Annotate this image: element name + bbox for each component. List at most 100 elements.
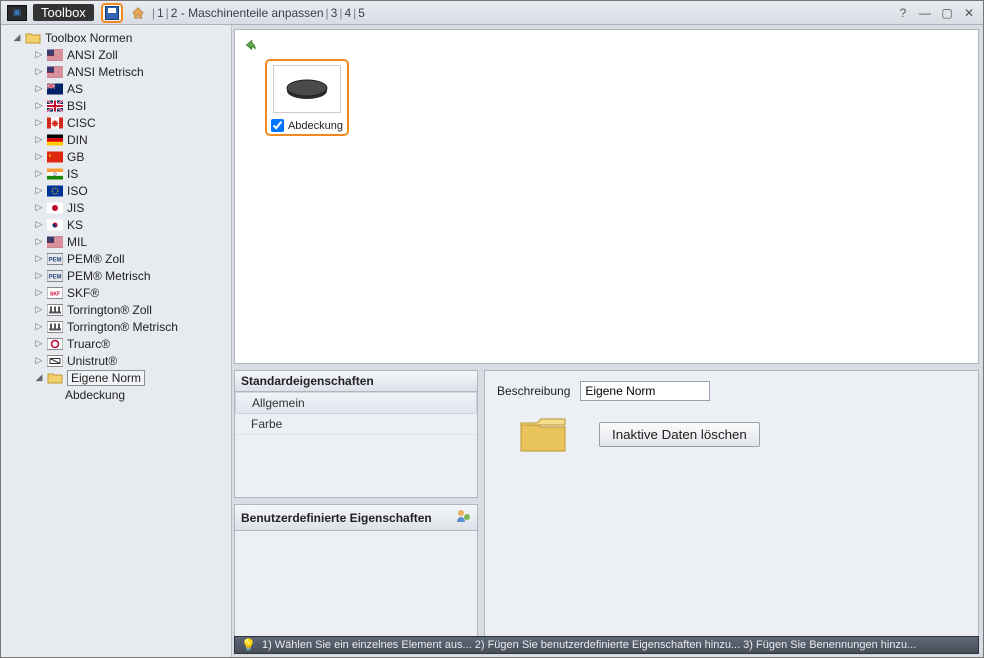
- tree-item[interactable]: ▷ MIL: [31, 233, 231, 250]
- tree-item[interactable]: ▷Truarc®: [31, 335, 231, 352]
- save-icon: [105, 6, 119, 20]
- tree-item-label: IS: [67, 167, 78, 181]
- tree-item[interactable]: ▷SKFSKF®: [31, 284, 231, 301]
- tree-item-label: ANSI Zoll: [67, 48, 118, 62]
- breadcrumb-1[interactable]: 1: [157, 6, 164, 20]
- help-icon[interactable]: ?: [895, 5, 911, 21]
- item-card[interactable]: Abdeckung: [265, 59, 349, 136]
- expand-icon[interactable]: ▷: [33, 66, 45, 78]
- tree-item-label: Torrington® Zoll: [67, 303, 152, 317]
- expand-icon[interactable]: ▷: [33, 202, 45, 214]
- tree-item-label: DIN: [67, 133, 88, 147]
- svg-text:PEM: PEM: [48, 274, 61, 280]
- tree-item[interactable]: ▷ GB: [31, 148, 231, 165]
- flag-icon: [47, 116, 63, 130]
- app-title: Toolbox: [33, 4, 94, 21]
- tree-root-row[interactable]: ◢ Toolbox Normen: [9, 29, 231, 46]
- standard-properties-panel: Standardeigenschaften Allgemein Farbe: [234, 370, 478, 498]
- breadcrumb-5[interactable]: 5: [358, 6, 365, 20]
- minimize-icon[interactable]: —: [917, 5, 933, 21]
- close-icon[interactable]: ✕: [961, 5, 977, 21]
- expand-icon[interactable]: ▷: [33, 185, 45, 197]
- tree-item-label: Unistrut®: [67, 354, 117, 368]
- expand-icon[interactable]: ▷: [33, 219, 45, 231]
- expand-icon[interactable]: ▷: [33, 287, 45, 299]
- expand-icon[interactable]: ▷: [33, 304, 45, 316]
- maximize-icon[interactable]: ▢: [939, 5, 955, 21]
- tree-item-custom-norm[interactable]: ◢ Eigene Norm: [31, 369, 231, 386]
- expand-icon[interactable]: ▷: [33, 321, 45, 333]
- tree-item[interactable]: ▷ BSI: [31, 97, 231, 114]
- tree-item[interactable]: ▷ ANSI Zoll: [31, 46, 231, 63]
- prop-row-allgemein[interactable]: Allgemein: [235, 392, 477, 414]
- tree-item[interactable]: ▷ KS: [31, 216, 231, 233]
- tree-item-label: GB: [67, 150, 84, 164]
- prop-row-farbe[interactable]: Farbe: [235, 414, 477, 435]
- add-property-icon[interactable]: [455, 508, 471, 527]
- svg-text:PEM: PEM: [48, 257, 61, 263]
- expand-icon[interactable]: ▷: [33, 83, 45, 95]
- tree-item[interactable]: ▷AS: [31, 80, 231, 97]
- breadcrumb-3[interactable]: 3: [331, 6, 338, 20]
- expand-icon[interactable]: ▷: [33, 236, 45, 248]
- description-input[interactable]: [580, 381, 710, 401]
- tree-item[interactable]: ▷ IS: [31, 165, 231, 182]
- tree-item[interactable]: ▷ANSI Metrisch: [31, 63, 231, 80]
- flag-icon: PEM: [47, 252, 63, 266]
- item-label: Abdeckung: [288, 120, 343, 132]
- flag-icon: [47, 167, 63, 181]
- item-thumbnail: [273, 65, 341, 113]
- flag-icon: [47, 201, 63, 215]
- expand-icon[interactable]: ▷: [33, 338, 45, 350]
- flag-icon: [47, 150, 63, 164]
- tree-item[interactable]: ▷PEMPEM® Metrisch: [31, 267, 231, 284]
- custom-properties-panel: Benutzerdefinierte Eigenschaften: [234, 504, 478, 651]
- tree-item[interactable]: ▷ Unistrut®: [31, 352, 231, 369]
- breadcrumb-4[interactable]: 4: [344, 6, 351, 20]
- back-icon[interactable]: [243, 38, 972, 55]
- expand-icon[interactable]: ▷: [33, 49, 45, 61]
- expand-icon[interactable]: ▷: [33, 134, 45, 146]
- item-checkbox[interactable]: [271, 119, 284, 132]
- tree-item-label: BSI: [67, 99, 86, 113]
- tree-leaf-abdeckung[interactable]: Abdeckung: [31, 386, 231, 403]
- expand-icon[interactable]: ▷: [33, 355, 45, 367]
- item-checkbox-row[interactable]: Abdeckung: [271, 119, 343, 132]
- expand-icon[interactable]: ▷: [33, 253, 45, 265]
- tree-item-label: CISC: [67, 116, 96, 130]
- breadcrumb-sep: |: [152, 6, 155, 20]
- save-button[interactable]: [101, 3, 123, 23]
- expand-icon[interactable]: ▷: [33, 117, 45, 129]
- tree-item[interactable]: ▷PEMPEM® Zoll: [31, 250, 231, 267]
- tree-item-label: KS: [67, 218, 83, 232]
- detail-panel: Beschreibung Inaktive Daten löschen: [484, 370, 979, 651]
- tree-item-label: JIS: [67, 201, 84, 215]
- tree-item-label: MIL: [67, 235, 87, 249]
- flag-icon: PEM: [47, 269, 63, 283]
- expand-icon[interactable]: ▷: [33, 151, 45, 163]
- flag-icon: [47, 354, 63, 368]
- home-icon[interactable]: [130, 5, 146, 21]
- folder-icon: [47, 371, 63, 385]
- collapse-icon[interactable]: ◢: [33, 372, 45, 384]
- tree-item[interactable]: ▷Torrington® Metrisch: [31, 318, 231, 335]
- folder-icon: [25, 31, 41, 45]
- tree-item[interactable]: ▷ DIN: [31, 131, 231, 148]
- tree-item[interactable]: ▷ Torrington® Zoll: [31, 301, 231, 318]
- expand-icon[interactable]: ▷: [33, 270, 45, 282]
- expand-icon[interactable]: ▷: [33, 168, 45, 180]
- hint-icon: 💡: [241, 638, 256, 652]
- flag-icon: [47, 82, 63, 96]
- folder-icon[interactable]: [517, 413, 569, 455]
- tree-item[interactable]: ▷ CISC: [31, 114, 231, 131]
- expand-icon[interactable]: ▷: [33, 100, 45, 112]
- standard-properties-header: Standardeigenschaften: [235, 371, 477, 392]
- flag-icon: [47, 218, 63, 232]
- delete-inactive-button[interactable]: Inaktive Daten löschen: [599, 422, 760, 447]
- tree-item[interactable]: ▷ JIS: [31, 199, 231, 216]
- breadcrumb-2[interactable]: 2 - Maschinenteile anpassen: [171, 6, 324, 20]
- flag-icon: [47, 48, 63, 62]
- collapse-icon[interactable]: ◢: [11, 32, 23, 44]
- tree-item[interactable]: ▷ISO: [31, 182, 231, 199]
- tree-leaf-label: Abdeckung: [65, 388, 125, 402]
